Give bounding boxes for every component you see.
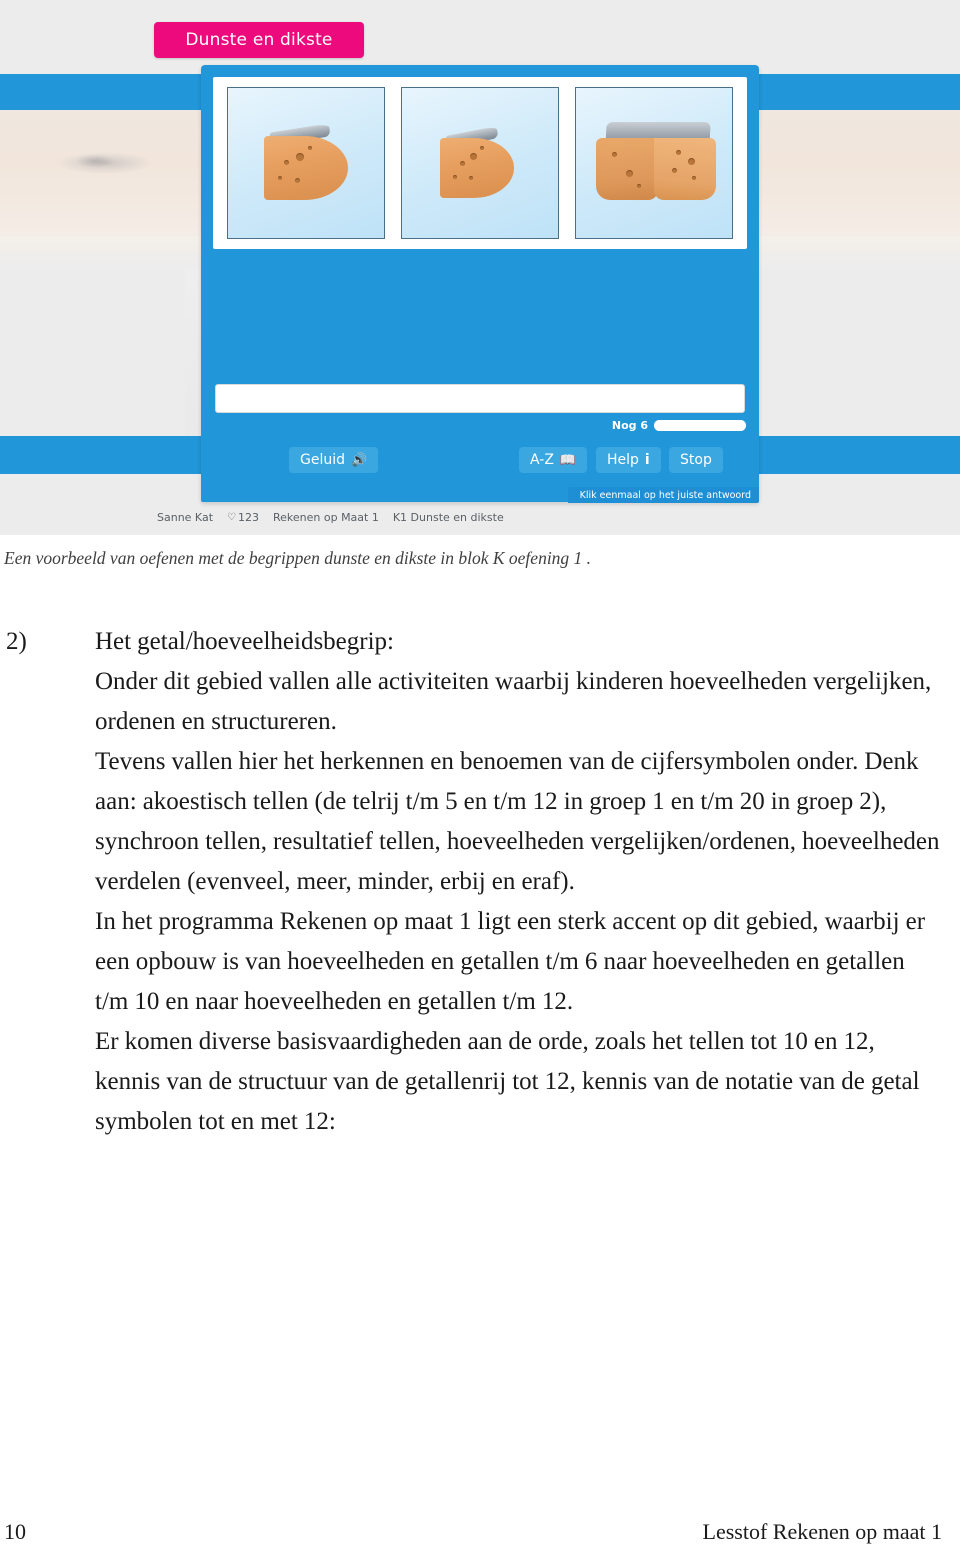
program-name: Rekenen op Maat 1 xyxy=(272,511,379,524)
help-button-label: Help xyxy=(607,452,639,468)
list-item-content: Het getal/hoeveelheidsbegrip: Onder dit … xyxy=(95,622,960,1142)
az-button[interactable]: A-Z 📖 xyxy=(519,447,588,473)
info-i-icon: i xyxy=(644,452,650,468)
cheese-wedge-icon-2 xyxy=(440,126,524,201)
pupil-name: Sanne Kat xyxy=(157,511,214,524)
figure-caption: Een voorbeeld van oefenen met de begripp… xyxy=(4,548,592,568)
cheese-wedge-icon-1 xyxy=(262,123,354,202)
footer-page-number: 10 xyxy=(4,1519,26,1544)
answer-option-3[interactable] xyxy=(575,87,733,239)
answer-option-2[interactable] xyxy=(401,87,559,239)
stop-button[interactable]: Stop xyxy=(669,447,723,473)
footer-title: Lesstof Rekenen op maat 1 xyxy=(702,1519,943,1544)
lesson-title-text: Dunste en dikste xyxy=(185,30,333,50)
sound-button-label: Geluid xyxy=(300,452,346,468)
answer-image-strip xyxy=(213,77,747,249)
help-button[interactable]: Help i xyxy=(596,447,661,473)
cheese-block-icon-3 xyxy=(592,122,720,208)
answer-input[interactable] xyxy=(215,384,745,413)
paragraph-4: In het programma Rekenen op maat 1 ligt … xyxy=(95,908,926,1015)
status-bar: Sanne Kat ♡ 123 Rekenen op Maat 1 K1 Duns… xyxy=(157,511,504,524)
remaining-label: Nog 6 xyxy=(611,419,648,432)
list-marker: 2) xyxy=(6,628,27,655)
block-name: K1 Dunste en dikste xyxy=(392,511,504,524)
sound-button[interactable]: Geluid 🔊 xyxy=(289,447,379,473)
instruction-hint-text: Klik eenmaal op het juiste antwoord xyxy=(579,489,751,501)
book-icon: 📖 xyxy=(559,452,577,468)
score-group: ♡ 123 xyxy=(227,511,259,524)
progress-indicator: Nog 6 xyxy=(612,419,746,432)
score-value: 123 xyxy=(237,511,259,524)
paragraph-5: Er komen diverse basisvaardigheden aan d… xyxy=(95,1028,920,1135)
paragraph-3: Tevens vallen hier het herkennen en beno… xyxy=(95,748,940,895)
document-body: 2) Het getal/hoeveelheidsbegrip: Onder d… xyxy=(0,622,960,1142)
numbered-list-item: 2) Het getal/hoeveelheidsbegrip: Onder d… xyxy=(0,622,960,1142)
exercise-app-panel: Nog 6 Geluid 🔊 A-Z 📖 Help i Stop Klik ee… xyxy=(201,65,759,503)
lesson-title-chip: Dunste en dikste xyxy=(154,22,364,58)
az-button-label: A-Z xyxy=(530,452,554,468)
answer-option-1[interactable] xyxy=(227,87,385,239)
progress-bar xyxy=(654,420,746,431)
paragraph-1: Het getal/hoeveelheidsbegrip: xyxy=(95,628,394,655)
speaker-icon: 🔊 xyxy=(351,452,368,468)
paragraph-2: Onder dit gebied vallen alle activiteite… xyxy=(95,668,932,735)
embedded-screenshot-figure: Dunste en dikste Nog 6 Geluid 🔊 A-Z 📖 He… xyxy=(0,0,960,535)
heart-icon: ♡ xyxy=(227,512,236,523)
instruction-hint: Klik eenmaal op het juiste antwoord xyxy=(567,487,759,503)
stop-button-label: Stop xyxy=(680,452,712,468)
